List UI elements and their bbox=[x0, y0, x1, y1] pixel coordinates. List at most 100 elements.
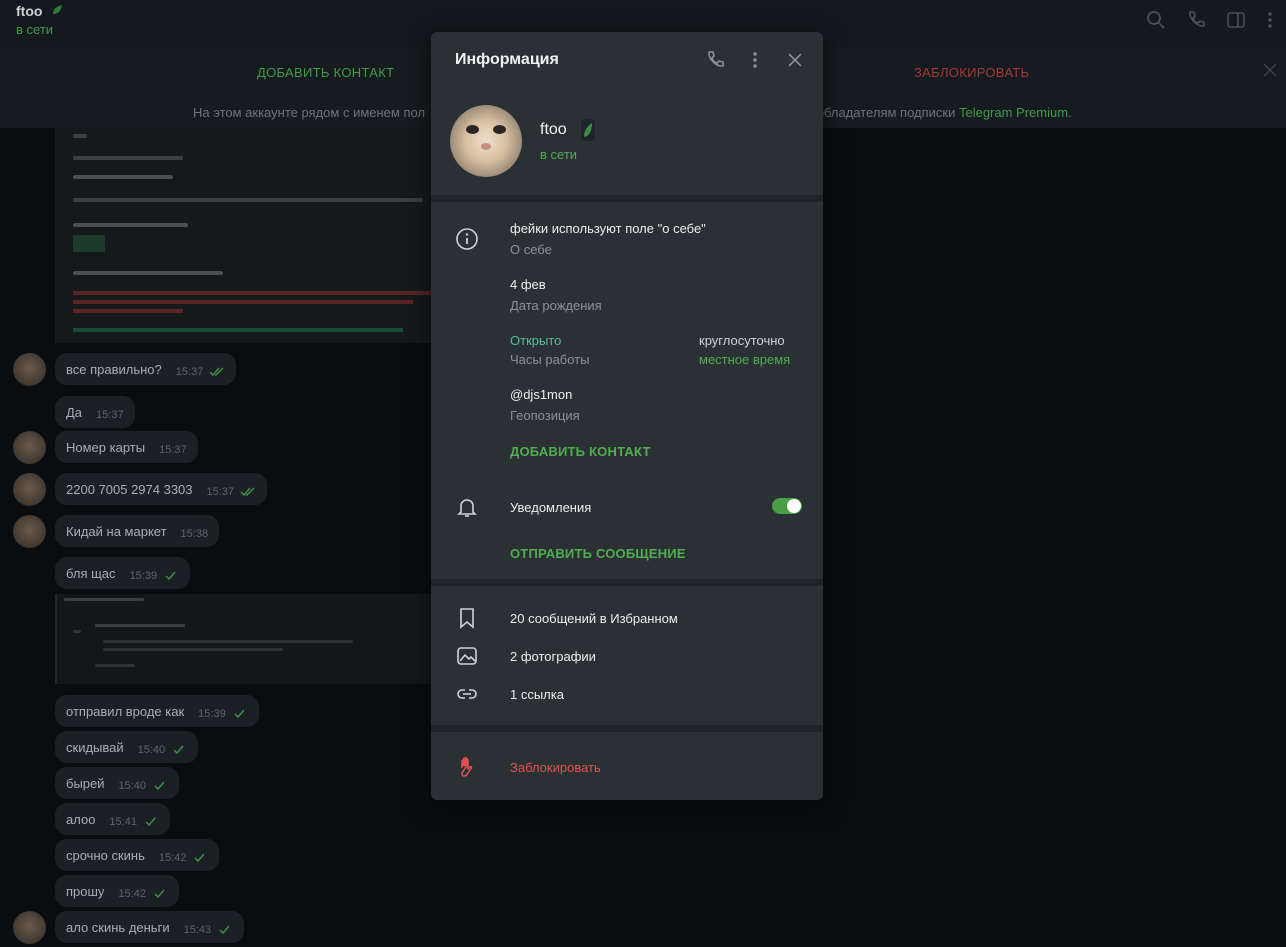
message-time: 15:40 bbox=[137, 744, 166, 756]
sidebar-toggle-icon[interactable] bbox=[1226, 10, 1246, 30]
message-time: 15:37 bbox=[96, 409, 124, 421]
avatar[interactable] bbox=[13, 515, 46, 548]
user-info-modal: Информация ftoo в сети фейки используют … bbox=[431, 32, 823, 800]
check-icon bbox=[219, 925, 230, 935]
notifications-toggle[interactable] bbox=[772, 498, 802, 514]
business-hours-value: круглосуточно bbox=[699, 333, 785, 348]
message-text: алоо bbox=[66, 811, 96, 827]
block-user-button[interactable]: Заблокировать bbox=[510, 760, 601, 775]
block-button[interactable]: ЗАБЛОКИРОВАТЬ bbox=[914, 65, 1029, 80]
bio-text[interactable]: фейки используют поле "о себе" bbox=[510, 221, 706, 236]
message-time: 15:39 bbox=[198, 708, 226, 720]
message-bubble[interactable]: Кидай на маркет 15:38 bbox=[55, 515, 220, 547]
double-check-icon bbox=[209, 367, 224, 377]
double-check-icon bbox=[240, 487, 255, 497]
message-text: прошу bbox=[66, 883, 105, 899]
message-text: Номер карты bbox=[66, 439, 146, 455]
message-text: бля щас bbox=[66, 565, 116, 581]
phone-icon[interactable] bbox=[1186, 10, 1206, 30]
profile-name: ftoo bbox=[540, 121, 567, 138]
message-time: 15:38 bbox=[180, 528, 209, 540]
check-icon bbox=[154, 889, 165, 899]
notifications-label: Уведомления bbox=[510, 500, 592, 515]
avatar[interactable] bbox=[13, 911, 46, 944]
message-bubble[interactable]: 2200 7005 2974 3303 15:37 bbox=[55, 473, 268, 505]
forwarded-screenshot-image[interactable] bbox=[55, 128, 435, 343]
check-icon bbox=[165, 571, 176, 581]
message-bubble[interactable]: скидывай 15:40 bbox=[55, 731, 199, 763]
message-time: 15:43 bbox=[183, 924, 212, 936]
message-time: 15:37 bbox=[159, 444, 187, 456]
leaf-emoji-icon bbox=[53, 5, 62, 14]
location-label: Геопозиция bbox=[510, 408, 580, 423]
section-divider bbox=[431, 725, 823, 732]
photos-item[interactable]: 2 фотографии bbox=[510, 649, 596, 664]
more-icon[interactable] bbox=[745, 50, 765, 70]
avatar[interactable] bbox=[13, 431, 46, 464]
premium-link[interactable]: Telegram Premium. bbox=[959, 105, 1072, 120]
message-time: 15:37 bbox=[175, 366, 204, 378]
profile-avatar[interactable] bbox=[450, 105, 522, 177]
forwarded-operation-history-image[interactable] bbox=[55, 594, 435, 684]
message-text: срочно скинь bbox=[66, 847, 145, 863]
avatar[interactable] bbox=[13, 473, 46, 506]
check-icon bbox=[194, 853, 205, 863]
close-icon[interactable] bbox=[785, 50, 805, 70]
close-icon[interactable] bbox=[1262, 62, 1278, 78]
message-bubble[interactable]: все правильно? 15:37 bbox=[55, 353, 237, 385]
message-bubble[interactable]: отправил вроде как 15:39 bbox=[55, 695, 259, 727]
message-text: скидывай bbox=[66, 739, 124, 755]
business-hours-status[interactable]: Открыто bbox=[510, 333, 561, 348]
add-contact-button[interactable]: ДОБАВИТЬ КОНТАКТ bbox=[510, 444, 651, 459]
check-icon bbox=[234, 709, 245, 719]
message-bubble[interactable]: Номер карты 15:37 bbox=[55, 431, 198, 463]
business-hours-timezone[interactable]: местное время bbox=[699, 352, 790, 367]
photo-icon bbox=[457, 647, 477, 665]
section-divider bbox=[431, 579, 823, 586]
message-time: 15:42 bbox=[158, 852, 187, 864]
message-time: 15:40 bbox=[118, 780, 147, 792]
leaf-emoji-icon bbox=[581, 119, 595, 141]
section-divider bbox=[431, 195, 823, 202]
message-bubble[interactable]: бля щас 15:39 bbox=[55, 557, 191, 589]
send-message-button[interactable]: ОТПРАВИТЬ СООБЩЕНИЕ bbox=[510, 546, 686, 561]
info-icon bbox=[456, 228, 478, 250]
check-icon bbox=[154, 781, 165, 791]
message-text: бырей bbox=[66, 775, 105, 791]
message-bubble[interactable]: Да 15:37 bbox=[55, 396, 135, 428]
search-icon[interactable] bbox=[1146, 10, 1166, 30]
chat-contact-name[interactable]: ftoo bbox=[16, 3, 42, 19]
saved-messages-item[interactable]: 20 сообщений в Избранном bbox=[510, 611, 678, 626]
bookmark-icon bbox=[460, 608, 474, 629]
avatar[interactable] bbox=[13, 353, 46, 386]
message-text: ало скинь деньги bbox=[66, 919, 170, 935]
location-value[interactable]: @djs1mon bbox=[510, 387, 572, 402]
add-contact-button[interactable]: ДОБАВИТЬ КОНТАКТ bbox=[257, 65, 394, 80]
hand-stop-icon bbox=[461, 757, 473, 777]
link-icon bbox=[457, 689, 477, 699]
check-icon bbox=[145, 817, 156, 827]
message-text: все правильно? bbox=[66, 361, 162, 377]
more-icon[interactable] bbox=[1260, 10, 1280, 30]
chat-contact-status: в сети bbox=[16, 22, 54, 37]
message-time: 15:37 bbox=[206, 486, 235, 498]
premium-notice-text: На этом аккаунте рядом с именем пол bbox=[193, 105, 426, 120]
message-time: 15:39 bbox=[129, 570, 158, 582]
message-bubble[interactable]: бырей 15:40 bbox=[55, 767, 180, 799]
message-text: Да bbox=[66, 404, 83, 420]
message-text: 2200 7005 2974 3303 bbox=[66, 481, 193, 497]
profile-status: в сети bbox=[540, 147, 578, 162]
phone-icon[interactable] bbox=[705, 50, 725, 70]
message-text: отправил вроде как bbox=[66, 703, 185, 719]
message-bubble[interactable]: ало скинь деньги 15:43 bbox=[55, 911, 245, 943]
links-item[interactable]: 1 ссылка bbox=[510, 687, 564, 702]
message-bubble[interactable]: прошу 15:42 bbox=[55, 875, 179, 907]
bio-label: О себе bbox=[510, 242, 552, 257]
birthday-value[interactable]: 4 фев bbox=[510, 277, 546, 292]
message-time: 15:41 bbox=[109, 816, 137, 828]
business-hours-label: Часы работы bbox=[510, 352, 590, 367]
message-bubble[interactable]: срочно скинь 15:42 bbox=[55, 839, 220, 871]
check-icon bbox=[173, 745, 184, 755]
message-bubble[interactable]: алоо 15:41 bbox=[55, 803, 170, 835]
message-time: 15:42 bbox=[118, 888, 146, 900]
